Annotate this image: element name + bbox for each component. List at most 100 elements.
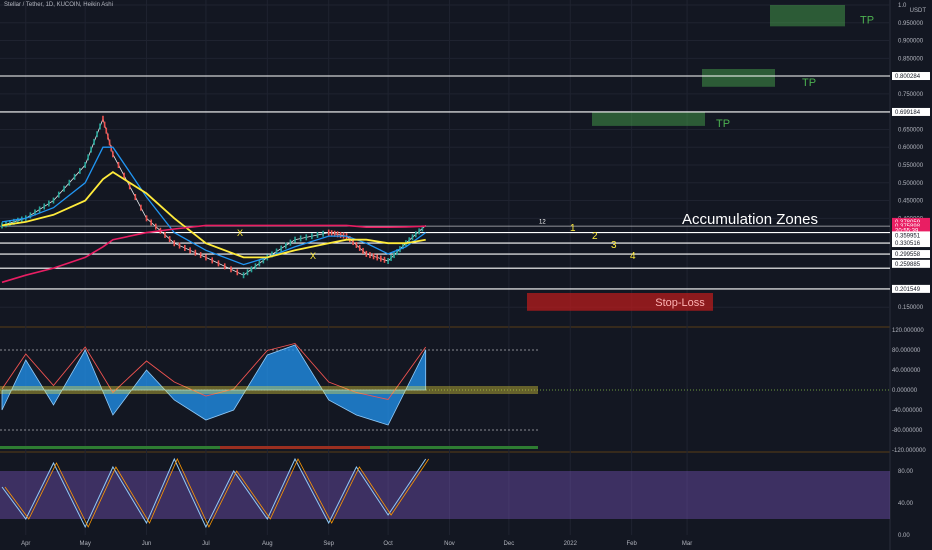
candle xyxy=(294,236,296,243)
oscillator-tick-label: 80.000000 xyxy=(892,348,921,354)
stochastic-band xyxy=(0,471,890,519)
candle xyxy=(140,204,142,211)
tp-zone xyxy=(770,5,845,27)
candle xyxy=(102,115,104,122)
candle xyxy=(258,260,261,267)
tp-zone xyxy=(592,111,705,126)
candle xyxy=(63,185,65,192)
price-level-label: 0.330516 xyxy=(895,241,921,247)
candle xyxy=(230,266,232,273)
time-tick-label: Sep xyxy=(323,541,334,547)
candle xyxy=(390,255,392,262)
candle xyxy=(365,250,368,257)
candle xyxy=(57,191,60,198)
candle xyxy=(123,172,125,179)
time-tick-label: Dec xyxy=(504,541,515,547)
candle xyxy=(411,234,414,241)
candle xyxy=(205,254,207,261)
candle xyxy=(68,179,71,186)
candle xyxy=(339,231,342,238)
candle xyxy=(305,234,308,241)
candle xyxy=(29,212,32,219)
candle xyxy=(38,206,41,213)
candle xyxy=(415,231,417,238)
candle xyxy=(128,183,131,190)
zone-number: 1 xyxy=(570,223,576,234)
oscillator-band xyxy=(0,386,538,394)
candle xyxy=(184,244,186,251)
chart-title: Stellar / Tether, 1D, KUCOIN, Heikin Ash… xyxy=(4,2,113,8)
oscillator-tick-label: -120.000000 xyxy=(892,448,926,454)
price-level-label: 0.359951 xyxy=(895,233,921,239)
candle xyxy=(242,272,245,279)
candle xyxy=(372,253,375,260)
oscillator-tick-label: -80.000000 xyxy=(892,428,923,434)
time-tick-label: Apr xyxy=(21,541,30,547)
oscillator-tick-label: 120.000000 xyxy=(892,328,924,334)
time-tick-label: Feb xyxy=(626,541,637,547)
time-tick-label: Nov xyxy=(444,541,455,547)
candle xyxy=(108,139,111,146)
candle xyxy=(383,256,386,263)
zone-number: 4 xyxy=(630,251,636,262)
tp-label: TP xyxy=(716,118,730,130)
time-tick-label: Mar xyxy=(682,541,692,547)
signal-bar-segment xyxy=(220,446,370,449)
candle xyxy=(199,252,202,259)
candle xyxy=(194,249,197,256)
price-tick-label: 0.500000 xyxy=(898,181,924,187)
candle xyxy=(90,146,92,153)
candle xyxy=(93,138,95,145)
time-tick-label: Jun xyxy=(142,541,152,547)
candle xyxy=(211,257,214,264)
price-tick-label: 1.0 xyxy=(898,3,907,9)
candle xyxy=(105,127,108,134)
price-level-label: 0.299558 xyxy=(895,252,921,258)
price-level-label: 0.259885 xyxy=(895,262,921,268)
candle xyxy=(380,255,382,262)
zone-number: 3 xyxy=(611,240,617,251)
candle xyxy=(73,173,76,180)
candle xyxy=(299,235,302,242)
candle xyxy=(376,254,379,261)
price-tick-label: 0.850000 xyxy=(898,56,924,62)
candle xyxy=(393,252,395,259)
candle xyxy=(217,260,220,267)
candle xyxy=(134,194,137,200)
candle xyxy=(168,236,171,243)
price-tick-label: 0.650000 xyxy=(898,127,924,133)
price-tick-label: 0.750000 xyxy=(898,92,924,98)
tp-label: TP xyxy=(860,15,874,27)
price-tick-label: 0.150000 xyxy=(898,305,924,311)
candle xyxy=(107,133,109,140)
time-tick-label: Aug xyxy=(262,541,273,547)
candle xyxy=(311,233,313,240)
candle xyxy=(103,121,106,128)
candle xyxy=(117,162,120,168)
stochastic-tick-label: 80.00 xyxy=(898,469,914,475)
candle xyxy=(145,215,148,222)
price-level-label: 0.201549 xyxy=(895,287,921,293)
signal-marker: X xyxy=(237,228,243,238)
trading-chart[interactable]: TPTPTPStop-LossAccumulation Zones1234XX1… xyxy=(0,0,932,550)
candle xyxy=(316,231,319,238)
candle xyxy=(362,247,364,254)
oscillator-tick-label: 40.000000 xyxy=(892,368,921,374)
tp-label: TP xyxy=(802,77,816,89)
time-tick-label: Oct xyxy=(383,541,393,547)
candle xyxy=(110,145,113,152)
candle xyxy=(327,229,330,236)
accumulation-label: Accumulation Zones xyxy=(682,211,818,228)
candle xyxy=(280,245,282,252)
candle xyxy=(154,223,157,230)
candle xyxy=(96,131,98,138)
candle xyxy=(330,230,333,237)
stochastic-tick-label: 40.00 xyxy=(898,501,914,507)
signal-marker: X xyxy=(310,251,316,261)
tp-zone xyxy=(702,69,775,87)
time-tick-label: 2022 xyxy=(564,541,578,547)
candle xyxy=(223,263,226,270)
stop-loss-label: Stop-Loss xyxy=(655,297,705,309)
price-level-label: 0.800284 xyxy=(895,74,921,80)
candle xyxy=(48,200,50,207)
